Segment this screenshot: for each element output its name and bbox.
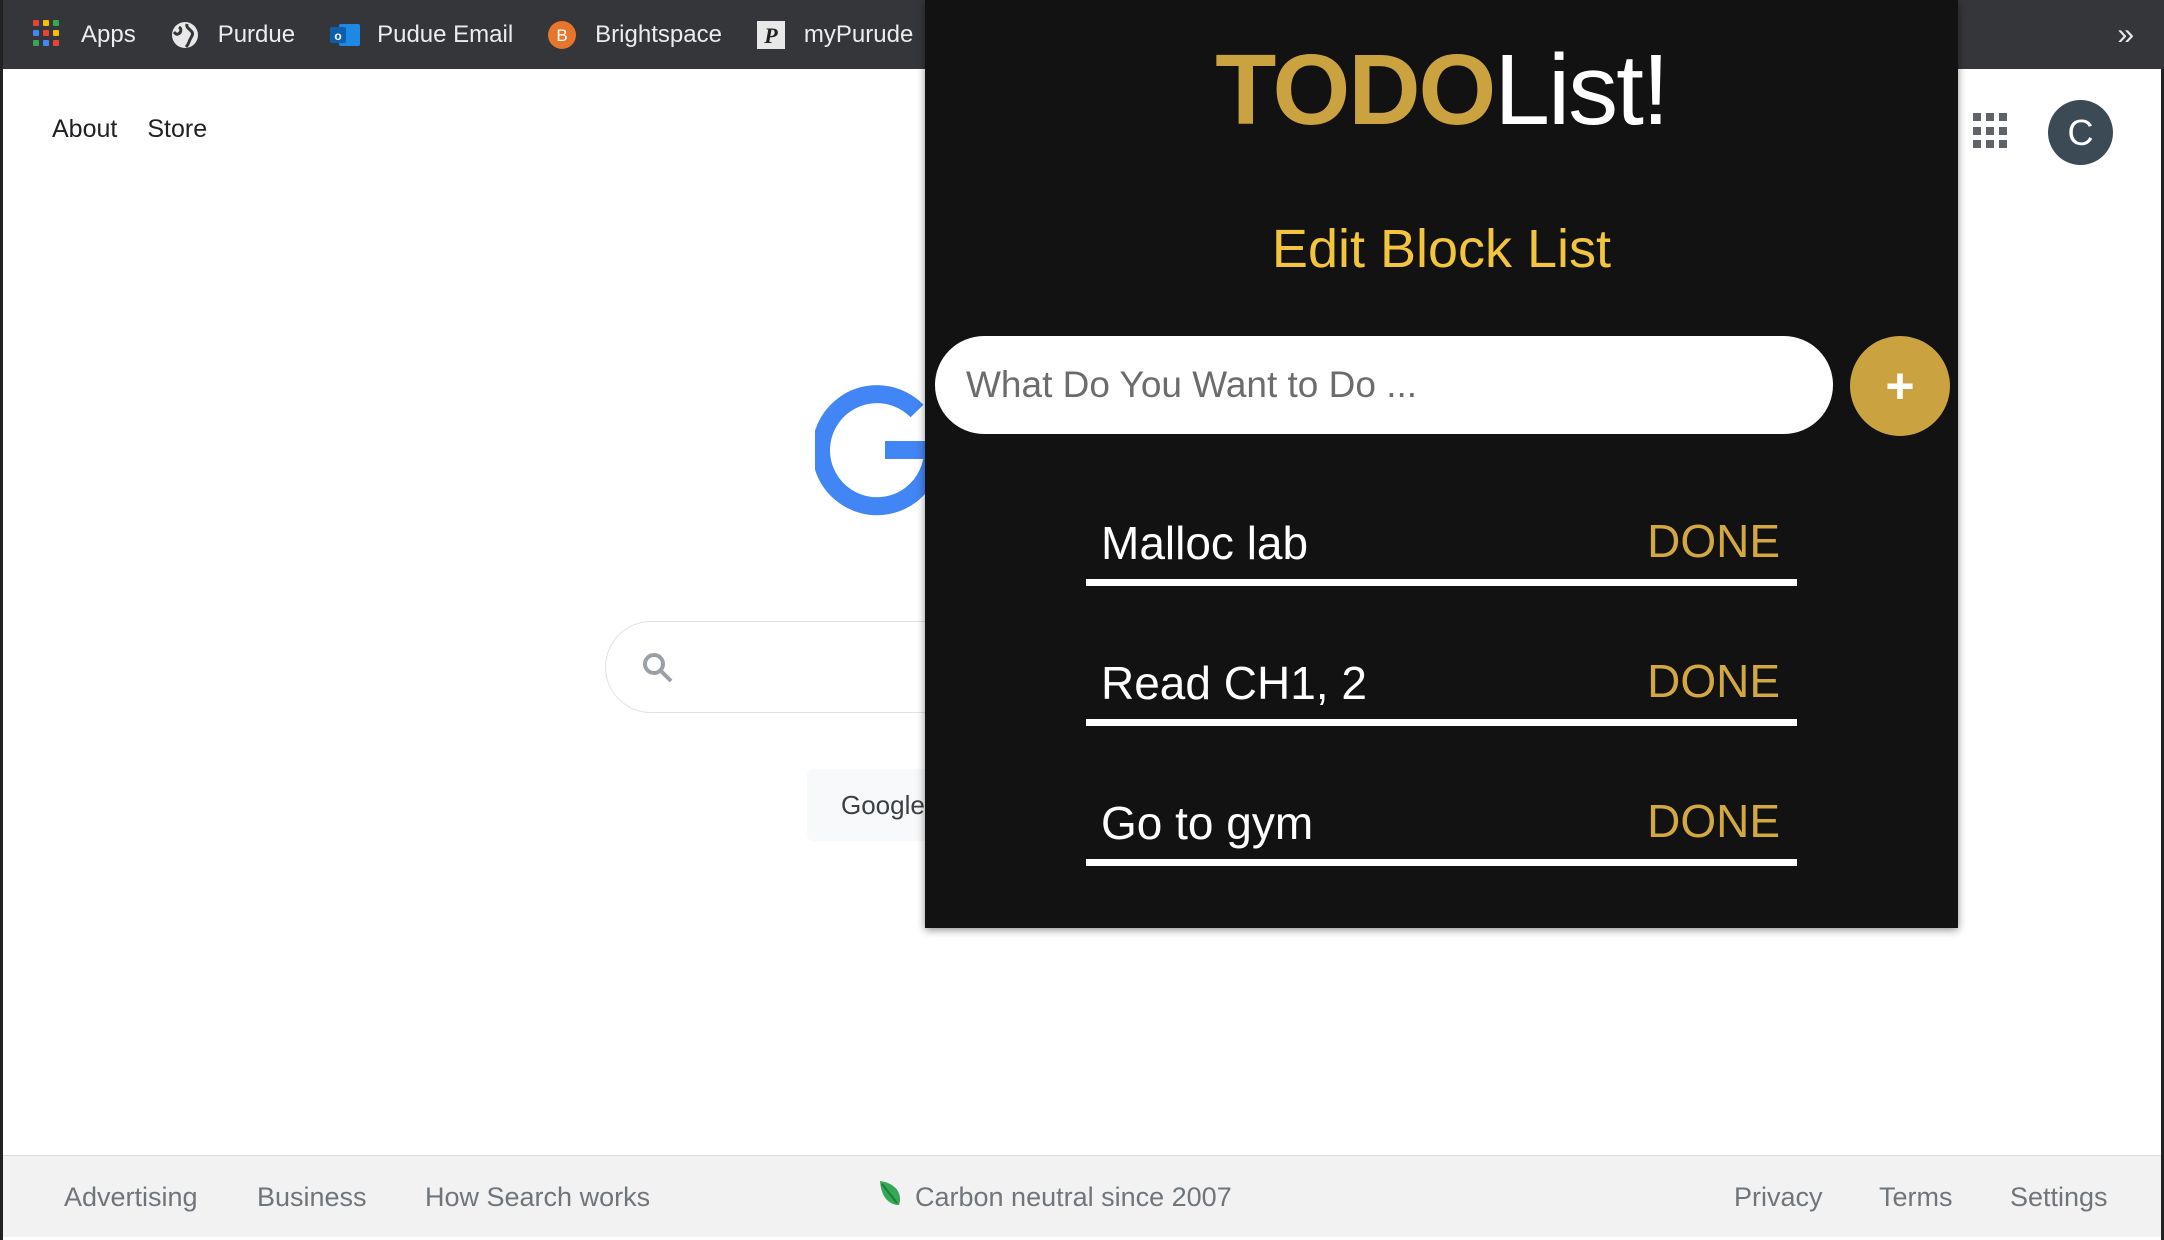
task-done-button[interactable]: DONE — [1647, 654, 1780, 708]
task-name: Go to gym — [1101, 797, 1314, 849]
todo-title-bold: TODO — [1215, 34, 1496, 146]
bookmark-apps[interactable]: Apps — [33, 0, 136, 69]
bookmark-purdue[interactable]: Purdue — [170, 0, 295, 69]
task-name: Malloc lab — [1101, 517, 1309, 569]
bookmark-purdue-email[interactable]: o Pudue Email — [329, 0, 513, 69]
bookmark-label: myPurude — [803, 20, 914, 48]
task-item: Go to gym DONE — [1086, 794, 1797, 866]
carbon-neutral-note[interactable]: Carbon neutral since 2007 — [877, 1180, 1232, 1213]
account-avatar[interactable]: C — [2048, 100, 2113, 165]
footer-terms-link[interactable]: Terms — [1879, 1182, 1953, 1213]
bookmark-brightspace[interactable]: B Brightspace — [547, 0, 722, 69]
globe-icon — [170, 20, 200, 50]
bookmark-label: Apps — [81, 20, 136, 48]
google-apps-icon[interactable] — [1973, 113, 2009, 149]
footer: Advertising Business How Search works Ca… — [3, 1155, 2161, 1237]
about-link[interactable]: About — [52, 115, 117, 144]
todo-title-rest: List! — [1494, 34, 1669, 146]
svg-text:P: P — [763, 23, 778, 48]
bookmarks-overflow-button[interactable]: » — [2117, 0, 2134, 69]
footer-settings-link[interactable]: Settings — [2010, 1182, 2108, 1213]
footer-how-search-works-link[interactable]: How Search works — [425, 1182, 650, 1213]
outlook-icon: o — [329, 20, 361, 50]
add-task-button[interactable]: + — [1850, 336, 1950, 436]
task-done-button[interactable]: DONE — [1647, 514, 1780, 568]
bookmark-label: Brightspace — [595, 20, 722, 48]
leaf-icon — [880, 1180, 901, 1205]
edit-block-list-button[interactable]: Edit Block List — [925, 218, 1958, 280]
top-links: About Store — [52, 115, 237, 144]
brightspace-icon: B — [547, 20, 577, 50]
footer-business-link[interactable]: Business — [257, 1182, 367, 1213]
svg-text:o: o — [334, 29, 341, 43]
purdue-p-icon: P — [756, 20, 786, 50]
todo-title: TODOList! — [925, 32, 1958, 148]
todo-popup: TODOList! Edit Block List + Malloc lab D… — [925, 0, 1958, 928]
svg-text:B: B — [557, 26, 568, 45]
store-link[interactable]: Store — [147, 115, 207, 144]
apps-grid-icon — [33, 19, 63, 50]
task-name: Read CH1, 2 — [1101, 657, 1367, 709]
bookmark-label: Pudue Email — [377, 20, 514, 48]
todo-input[interactable] — [935, 336, 1833, 434]
footer-privacy-link[interactable]: Privacy — [1734, 1182, 1823, 1213]
footer-advertising-link[interactable]: Advertising — [64, 1182, 198, 1213]
task-item: Read CH1, 2 DONE — [1086, 654, 1797, 726]
carbon-text: Carbon neutral since 2007 — [915, 1182, 1232, 1212]
task-item: Malloc lab DONE — [1086, 514, 1797, 586]
task-done-button[interactable]: DONE — [1647, 794, 1780, 848]
search-icon — [643, 653, 673, 683]
bookmark-mypurdue[interactable]: P myPurude — [756, 0, 913, 69]
bookmark-label: Purdue — [217, 20, 296, 48]
